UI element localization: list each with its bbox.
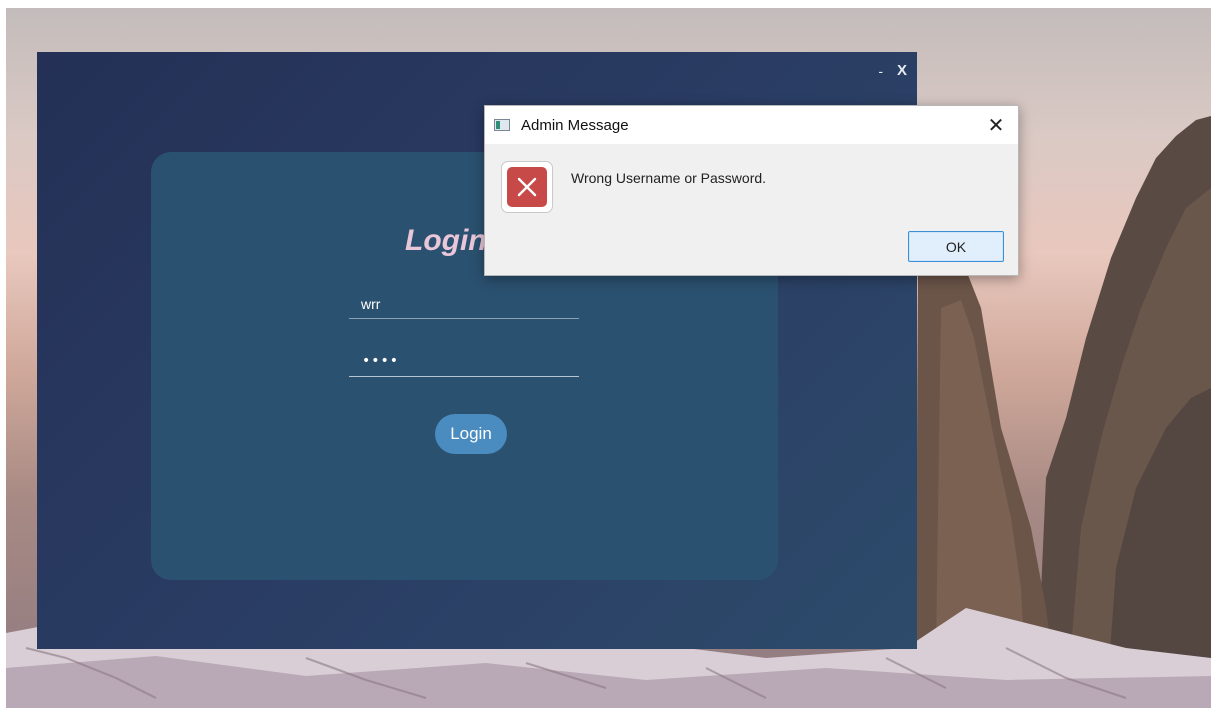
error-icon (507, 167, 547, 207)
error-icon-frame (501, 161, 553, 213)
close-button[interactable]: X (897, 62, 907, 80)
dialog-close-button[interactable]: ✕ (982, 112, 1010, 138)
ok-button[interactable]: OK (908, 231, 1004, 262)
window-controls: - X (878, 62, 907, 80)
admin-message-dialog: Admin Message ✕ Wrong Username or Passwo… (484, 105, 1019, 276)
password-field[interactable]: •••• (362, 353, 399, 369)
minimize-button[interactable]: - (878, 62, 883, 80)
username-field[interactable] (349, 290, 579, 318)
login-button[interactable]: Login (435, 414, 507, 454)
login-title: Login (405, 224, 487, 257)
dialog-message: Wrong Username or Password. (571, 170, 767, 186)
app-window-icon (494, 119, 510, 131)
dialog-titlebar: Admin Message ✕ (485, 106, 1018, 144)
password-field-container[interactable]: •••• (349, 348, 579, 377)
dialog-title: Admin Message (521, 117, 629, 134)
username-field-container (349, 290, 579, 319)
